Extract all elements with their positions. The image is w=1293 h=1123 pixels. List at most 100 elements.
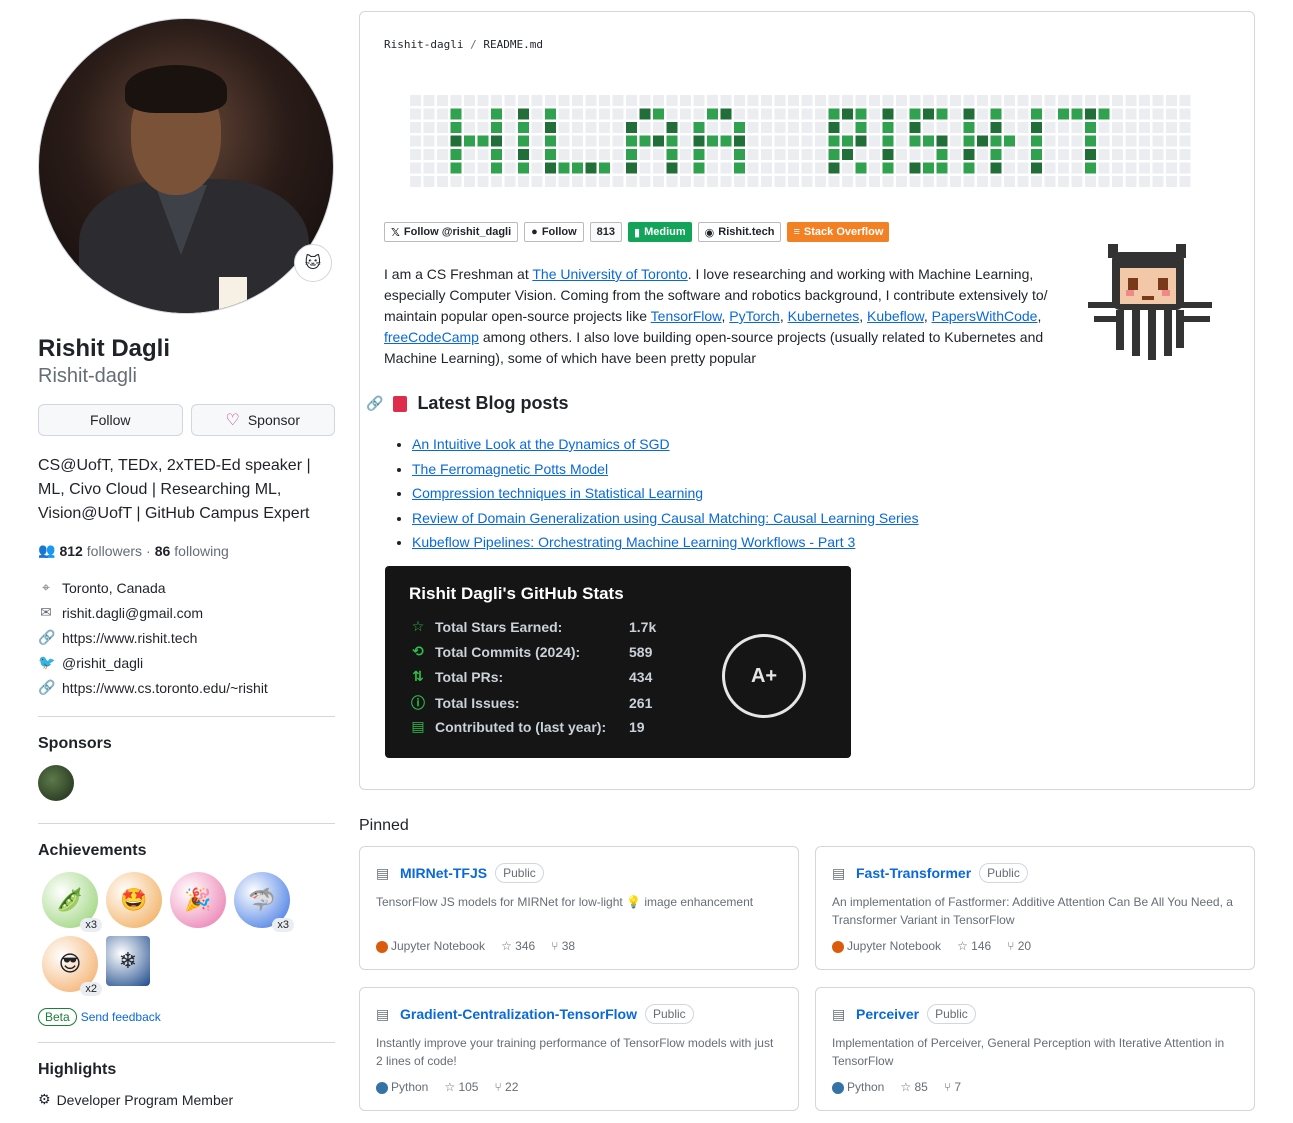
x-icon: 𝕏 xyxy=(391,226,400,239)
shield-badge[interactable]: ≡ Stack Overflow xyxy=(787,222,890,242)
arctic-code-vault-icon[interactable]: ❄ xyxy=(106,936,150,986)
repo-stars[interactable]: ☆ 346 xyxy=(501,939,535,953)
starstruck-icon[interactable]: 🤩 xyxy=(106,872,162,928)
repo-stars[interactable]: ☆ 146 xyxy=(957,939,991,953)
pytorch-link[interactable]: PyTorch xyxy=(729,308,780,324)
website2-link[interactable]: https://www.cs.toronto.edu/~rishit xyxy=(62,680,268,696)
shield-badge[interactable]: 813 xyxy=(589,222,623,242)
repo-forks[interactable]: ⑂ 20 xyxy=(1007,939,1031,953)
shield-badge[interactable]: ▮ Medium xyxy=(628,222,692,242)
stats-label: Contributed to (last year): xyxy=(435,718,607,735)
pixel-octocat-icon xyxy=(1088,244,1212,360)
blog-post-link[interactable]: The Ferromagnetic Potts Model xyxy=(412,461,608,477)
shield-badge[interactable]: 𝕏 Follow @rishit_dagli xyxy=(384,222,519,242)
cpu-icon: ⚙ xyxy=(38,1091,51,1107)
pull-shark-icon[interactable]: 🦈 x3 xyxy=(234,872,294,932)
repo-stars[interactable]: ☆ 105 xyxy=(444,1080,478,1094)
website-item[interactable]: 🔗 https://www.rishit.tech xyxy=(38,625,335,650)
follow-counts: 👥 812 followers · 86 following xyxy=(38,542,335,559)
shield-label: Follow xyxy=(541,226,577,238)
followers-count[interactable]: 812 xyxy=(59,543,82,559)
readme-owner-link[interactable]: Rishit-dagli xyxy=(384,38,463,51)
repo-description: Implementation of Perceiver, General Per… xyxy=(832,1036,1225,1068)
link-icon: 🔗 xyxy=(38,629,56,645)
shield-badge[interactable]: ● Follow xyxy=(524,222,584,242)
repo-description: TensorFlow JS models for MIRNet for low-… xyxy=(376,895,754,909)
pull-request-icon: ⇅ xyxy=(412,668,424,684)
link-icon: 🔗 xyxy=(38,679,56,695)
sponsors-heading: Sponsors xyxy=(38,735,112,752)
profile-bio: CS@UofT, TEDx, 2xTED-Ed speaker | ML, Ci… xyxy=(38,457,311,522)
blog-post-link[interactable]: An Intuitive Look at the Dynamics of SGD xyxy=(412,436,670,452)
issue-icon: ⓘ xyxy=(411,695,425,711)
stats-row: ⟲ Total Commits (2024): 589 xyxy=(409,643,652,660)
achievement-count: x3 xyxy=(272,918,294,932)
twitter-item[interactable]: 🐦 @rishit_dagli xyxy=(38,650,335,675)
highlight-text: Developer Program Member xyxy=(56,1091,234,1108)
readme-file-link[interactable]: README.md xyxy=(483,38,543,51)
stats-label: Total Commits (2024): xyxy=(435,643,581,660)
stats-label: Total Stars Earned: xyxy=(435,618,563,635)
send-feedback-link[interactable]: Send feedback xyxy=(81,1010,161,1024)
repo-forks[interactable]: ⑂ 38 xyxy=(551,939,575,953)
blog-post-link[interactable]: Compression techniques in Statistical Le… xyxy=(412,485,703,501)
repo-forks[interactable]: ⑂ 7 xyxy=(944,1080,961,1094)
repo-name-link[interactable]: MIRNet-TFJS xyxy=(400,865,487,881)
twitter-link[interactable]: @rishit_dagli xyxy=(62,655,143,671)
repo-icon: ▤ xyxy=(376,864,390,881)
stats-value: 434 xyxy=(629,668,653,685)
blog-post-link[interactable]: Kubeflow Pipelines: Orchestrating Machin… xyxy=(412,534,855,550)
medium-icon: ▮ xyxy=(634,226,641,239)
paperswithcode-link[interactable]: PapersWithCode xyxy=(932,308,1038,324)
website-link[interactable]: https://www.rishit.tech xyxy=(62,630,197,646)
repo-icon: ▤ xyxy=(411,718,425,734)
highlights-heading: Highlights xyxy=(38,1061,117,1078)
stats-row: ☆ Total Stars Earned: 1.7k xyxy=(409,618,657,635)
followers-label[interactable]: followers xyxy=(87,543,142,559)
yolo-icon[interactable]: 🎉 xyxy=(170,872,226,928)
stats-label: Total PRs: xyxy=(435,668,504,685)
mail-icon: ✉ xyxy=(40,604,52,620)
repo-name-link[interactable]: Perceiver xyxy=(856,1006,919,1022)
blog-post-link[interactable]: Review of Domain Generalization using Ca… xyxy=(412,510,919,526)
repo-stars[interactable]: ☆ 85 xyxy=(900,1080,927,1094)
follow-button[interactable]: Follow xyxy=(38,404,183,436)
shield-label: Medium xyxy=(644,226,686,238)
pinned-repo-card: ▤ Perceiver Public Implementation of Perce… xyxy=(815,987,1255,1111)
repo-name-link[interactable]: Gradient-Centralization-TensorFlow xyxy=(400,1006,637,1022)
kubeflow-link[interactable]: Kubeflow xyxy=(867,308,924,324)
shield-badge[interactable]: ◉ Rishit.tech xyxy=(697,222,782,242)
email-link[interactable]: rishit.dagli@gmail.com xyxy=(62,605,203,621)
anchor-link-icon[interactable]: 🔗 xyxy=(366,395,383,412)
stats-value: 261 xyxy=(629,695,653,711)
sponsor-button[interactable]: ♡ Sponsor xyxy=(190,404,335,436)
globe-icon: ◉ xyxy=(704,226,715,239)
tensorflow-link[interactable]: TensorFlow xyxy=(651,308,722,324)
location-text: Toronto, Canada xyxy=(62,579,166,596)
pinned-repo-card: ▤ MIRNet-TFJS Public TensorFlow JS models … xyxy=(359,846,799,970)
following-count[interactable]: 86 xyxy=(155,543,171,559)
repo-name-link[interactable]: Fast-Transformer xyxy=(856,865,971,881)
location-item: ⌖ Toronto, Canada xyxy=(38,575,335,600)
github-stats-card[interactable]: Rishit Dagli's GitHub Stats ☆ Total Stars… xyxy=(385,566,851,758)
heart-icon: ♡ xyxy=(225,412,240,429)
freecodecamp-link[interactable]: freeCodeCamp xyxy=(384,329,479,345)
website2-item[interactable]: 🔗 https://www.cs.toronto.edu/~rishit xyxy=(38,675,335,700)
stats-value: 589 xyxy=(629,643,653,660)
readme-breadcrumb: Rishit-dagli / README.md xyxy=(384,38,543,51)
people-icon: 👥 xyxy=(38,542,56,558)
sponsor-avatar[interactable] xyxy=(38,765,74,801)
email-item[interactable]: ✉ rishit.dagli@gmail.com xyxy=(38,600,335,625)
kubernetes-link[interactable]: Kubernetes xyxy=(788,308,860,324)
repo-forks[interactable]: ⑂ 22 xyxy=(494,1080,518,1094)
uoft-link[interactable]: The University of Toronto xyxy=(532,266,687,282)
book-icon xyxy=(393,395,408,412)
twitter-icon: 🐦 xyxy=(38,654,56,670)
star-icon: ☆ xyxy=(411,618,425,634)
stats-grade-ring: A+ xyxy=(722,634,806,718)
profile-avatar[interactable] xyxy=(38,18,334,314)
quickdraw-icon[interactable]: 😎 x2 xyxy=(42,936,102,996)
pair-extraordinaire-icon[interactable]: 🫛 x3 xyxy=(42,872,102,932)
status-octocat-icon[interactable]: 🐱 xyxy=(294,244,332,282)
following-label[interactable]: following xyxy=(174,543,228,559)
